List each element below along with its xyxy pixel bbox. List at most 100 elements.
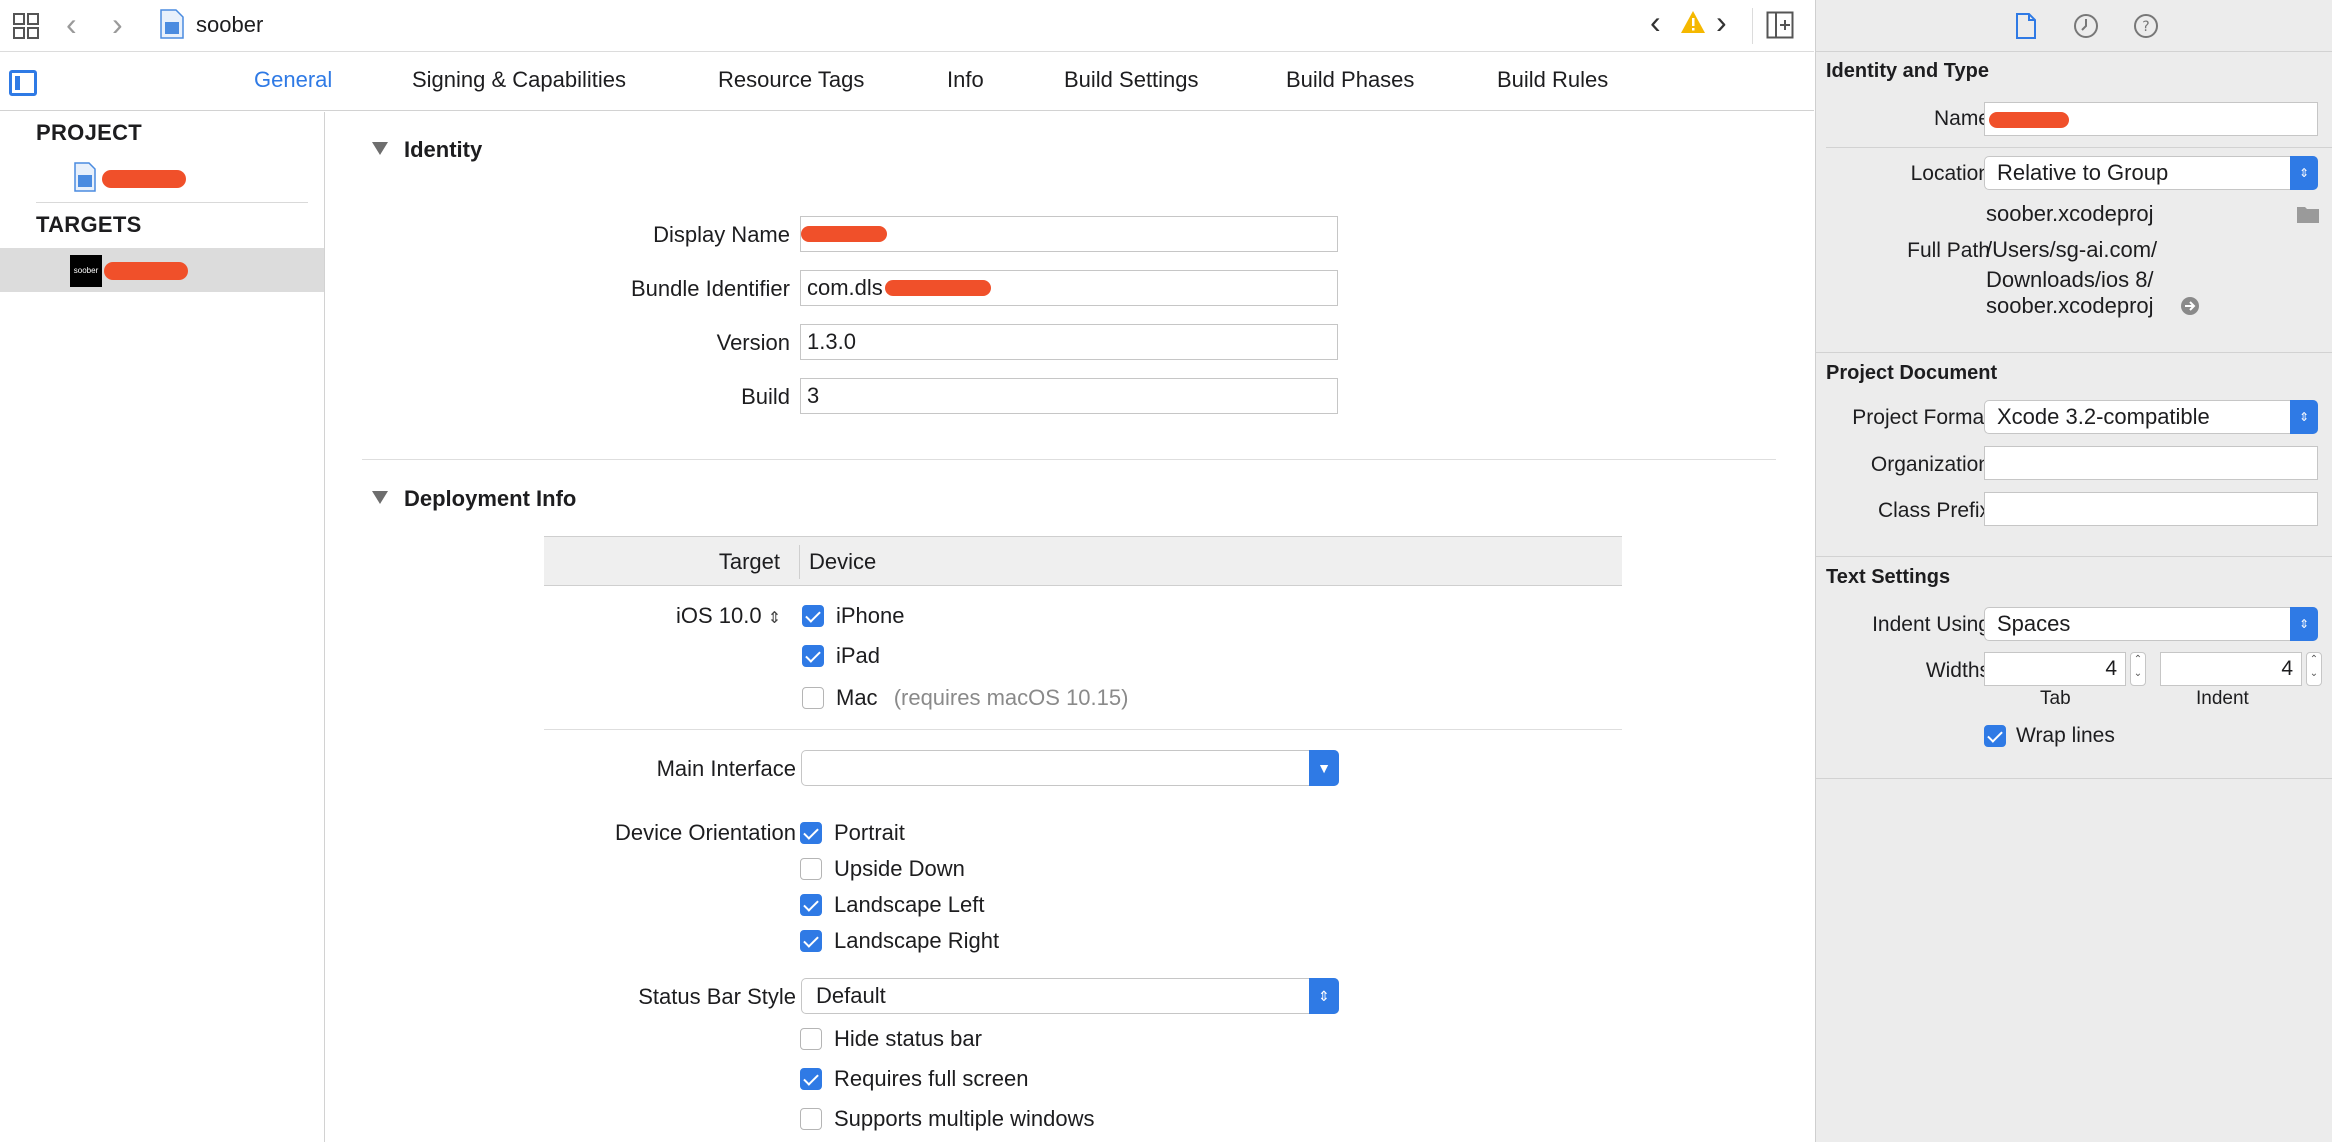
add-editor-icon[interactable]: [1766, 11, 1794, 39]
upside-down-checkbox[interactable]: [800, 858, 822, 880]
file-inspector-icon[interactable]: [2012, 12, 2040, 40]
inspector-tab-bar: ?: [1816, 0, 2332, 52]
iphone-checkbox[interactable]: [802, 605, 824, 627]
full-path-line-1: /Users/sg-ai.com/: [1986, 237, 2158, 262]
tab-width-field[interactable]: 4: [1984, 652, 2126, 686]
tab-general[interactable]: General: [254, 67, 332, 93]
device-orientation-label: Device Orientation: [615, 820, 796, 845]
inspector-divider: [1816, 556, 2332, 557]
grid-icon[interactable]: [12, 12, 40, 40]
class-prefix-field[interactable]: [1984, 492, 2318, 526]
supports-multiple-windows-checkbox[interactable]: [800, 1108, 822, 1130]
tab-signing-capabilities[interactable]: Signing & Capabilities: [412, 67, 626, 93]
mac-checkbox[interactable]: [802, 687, 824, 709]
tab-caption: Tab: [2040, 688, 2071, 709]
wrap-lines-checkbox[interactable]: [1984, 725, 2006, 747]
ipad-checkbox[interactable]: [802, 645, 824, 667]
project-format-popup[interactable]: Xcode 3.2-compatible ⇕: [1984, 400, 2318, 434]
build-label: Build: [741, 384, 790, 409]
bundle-identifier-value: com.dls: [807, 275, 883, 300]
organization-label: Organization: [1870, 453, 1990, 476]
bundle-identifier-label: Bundle Identifier: [631, 276, 790, 301]
requires-full-screen-checkbox[interactable]: [800, 1068, 822, 1090]
ipad-label: iPad: [836, 643, 881, 668]
tab-info[interactable]: Info: [947, 67, 984, 93]
reveal-arrow-icon[interactable]: [2180, 296, 2200, 316]
identity-section-title: Identity: [404, 137, 483, 162]
disclosure-triangle-icon[interactable]: [372, 142, 388, 155]
project-document-title: Project Document: [1826, 362, 1998, 384]
redacted-file-name: [1989, 112, 2069, 128]
disclosure-triangle-icon[interactable]: [372, 491, 388, 504]
text-settings-title: Text Settings: [1826, 566, 1951, 588]
file-inspector: ? Identity and Type Name Location Relati…: [1815, 0, 2332, 1142]
tab-width-stepper[interactable]: ⌃ ⌄: [2130, 652, 2146, 686]
hide-status-bar-checkbox[interactable]: [800, 1028, 822, 1050]
project-format-label: Project Format: [1852, 406, 1990, 429]
chevron-updown-icon[interactable]: ⇕: [2290, 400, 2318, 434]
upside-down-label: Upside Down: [834, 856, 965, 881]
tab-build-rules[interactable]: Build Rules: [1497, 67, 1608, 93]
svg-text:?: ?: [2142, 19, 2149, 35]
location-value: Relative to Group: [1997, 160, 2169, 185]
redacted-project-name: [102, 170, 186, 188]
indent-width-field[interactable]: 4: [2160, 652, 2302, 686]
target-column-header: Target: [718, 549, 780, 574]
inspector-divider: [1816, 778, 2332, 779]
chevron-updown-icon[interactable]: ⇕: [2290, 607, 2318, 641]
target-item[interactable]: soober: [0, 248, 324, 292]
mac-label-text: Mac: [836, 685, 878, 710]
mac-label: Mac (requires macOS 10.15): [836, 685, 1128, 711]
stepper-chevrons-icon: ⇕: [767, 610, 782, 627]
issue-next-icon[interactable]: ›: [1716, 6, 1727, 38]
indent-using-popup[interactable]: Spaces ⇕: [1984, 607, 2318, 641]
chevron-down-icon[interactable]: ▼: [1309, 750, 1339, 786]
history-inspector-icon[interactable]: [2072, 12, 2100, 40]
landscape-left-checkbox[interactable]: [800, 894, 822, 916]
name-field[interactable]: [1984, 102, 2318, 136]
indent-width-stepper[interactable]: ⌃ ⌄: [2306, 652, 2322, 686]
portrait-checkbox[interactable]: [800, 822, 822, 844]
table-divider: [544, 729, 1622, 730]
version-field[interactable]: 1.3.0: [800, 324, 1338, 360]
warning-icon[interactable]: [1680, 10, 1706, 34]
tab-build-settings[interactable]: Build Settings: [1064, 67, 1199, 93]
chevron-updown-icon[interactable]: ⇕: [2290, 156, 2318, 190]
help-inspector-icon[interactable]: ?: [2132, 12, 2160, 40]
toolbar-divider: [1752, 8, 1753, 44]
status-bar-style-popup[interactable]: Default ⇕: [801, 978, 1339, 1014]
landscape-right-checkbox[interactable]: [800, 930, 822, 952]
redacted-target-name: [104, 262, 188, 280]
general-editor: Identity Display Name Bundle Identifier …: [326, 112, 1814, 1142]
sidebar-toggle-icon[interactable]: [9, 70, 37, 96]
requires-full-screen-label: Requires full screen: [834, 1066, 1029, 1091]
bundle-identifier-field[interactable]: com.dls: [800, 270, 1338, 306]
file-title: soober: [196, 12, 264, 37]
tab-resource-tags[interactable]: Resource Tags: [718, 67, 864, 93]
display-name-field[interactable]: [800, 216, 1338, 252]
hide-status-bar-label: Hide status bar: [834, 1026, 982, 1051]
ios-version-stepper[interactable]: iOS 10.0 ⇕: [676, 603, 781, 629]
tab-build-phases[interactable]: Build Phases: [1286, 67, 1414, 93]
project-header: PROJECT: [36, 120, 143, 145]
organization-field[interactable]: [1984, 446, 2318, 480]
location-popup[interactable]: Relative to Group ⇕: [1984, 156, 2318, 190]
back-icon[interactable]: ‹: [66, 8, 77, 40]
section-divider: [362, 459, 1776, 460]
sidebar-divider: [36, 202, 308, 203]
ios-version-value: iOS 10.0: [676, 603, 762, 628]
forward-icon[interactable]: ›: [112, 8, 123, 40]
inspector-divider: [1826, 147, 2332, 148]
status-bar-style-label: Status Bar Style: [638, 984, 796, 1009]
build-field[interactable]: 3: [800, 378, 1338, 414]
indent-using-value: Spaces: [1997, 611, 2071, 636]
chevron-updown-icon[interactable]: ⇕: [1309, 978, 1339, 1014]
main-interface-combobox[interactable]: ▼: [801, 750, 1339, 786]
folder-icon[interactable]: [2296, 204, 2320, 224]
issue-previous-icon[interactable]: ‹: [1650, 6, 1661, 38]
redacted-display-name: [801, 226, 887, 242]
project-file-icon: [74, 162, 96, 192]
mac-requirement-note: (requires macOS 10.15): [893, 685, 1129, 710]
project-item[interactable]: [0, 158, 324, 198]
editor-tab-bar: General Signing & Capabilities Resource …: [0, 52, 1814, 111]
